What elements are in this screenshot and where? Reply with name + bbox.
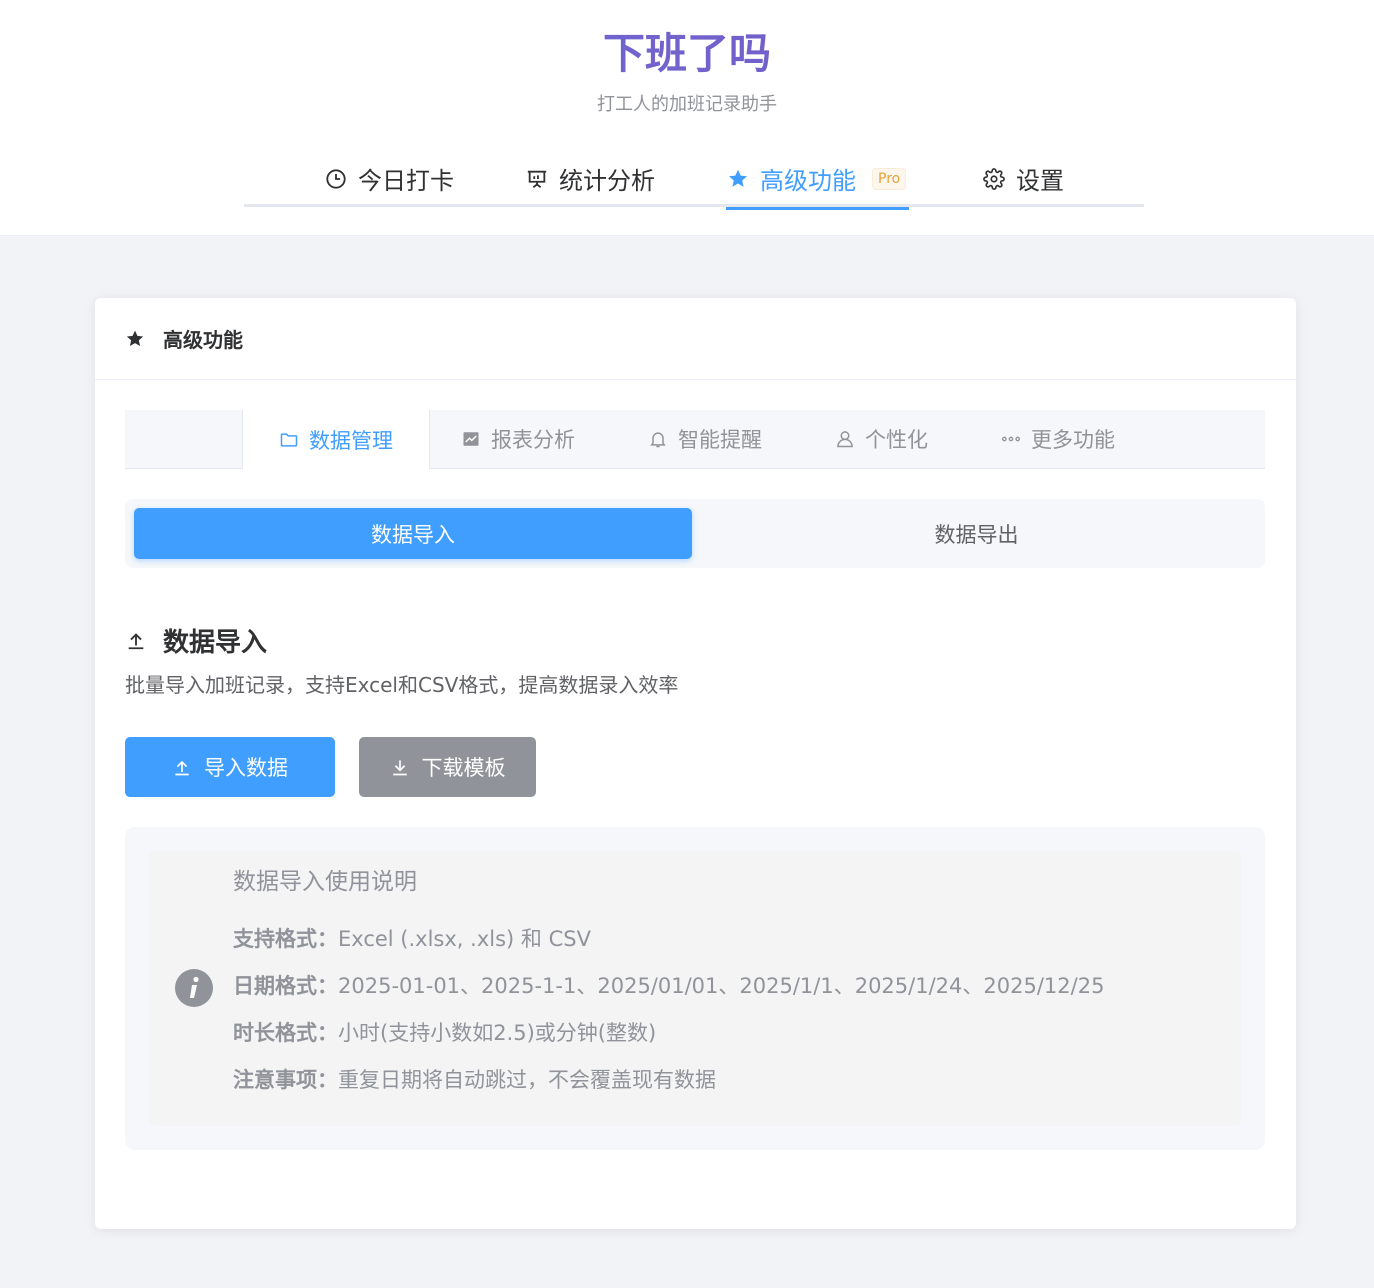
instruction-label: 支持格式： (233, 927, 338, 951)
download-icon (390, 757, 410, 777)
instruction-value: 小时(支持小数如2.5)或分钟(整数) (338, 1021, 657, 1045)
card-header: 高级功能 (95, 298, 1296, 380)
star-icon (125, 329, 145, 349)
app-title: 下班了吗 (0, 26, 1374, 82)
tab-label: 个性化 (865, 428, 928, 452)
data-import-segment[interactable]: 数据导入 (134, 508, 692, 559)
download-template-label: 下载模板 (421, 756, 506, 780)
nav-item-label: 设置 (1016, 167, 1064, 195)
instruction-notice: 注意事项：重复日期将自动跳过，不会覆盖现有数据 (233, 1064, 716, 1096)
import-export-switch: 数据导入 数据导出 (125, 499, 1265, 568)
feature-tabs: 数据管理 报表分析 智能提醒 个性化 更多功能 (125, 410, 1265, 469)
nav-item-checkin[interactable]: 今日打卡 (324, 150, 454, 207)
nav-item-advanced[interactable]: 高级功能 Pro (726, 150, 909, 210)
nav-item-label: 统计分析 (559, 167, 655, 195)
gear-icon (982, 167, 1006, 191)
instruction-date-format: 日期格式：2025-01-01、2025-1-1、2025/01/01、2025… (233, 970, 1104, 1002)
main-nav: 今日打卡 统计分析 高级功能 Pro 设置 (244, 150, 1144, 210)
import-data-label: 导入数据 (204, 756, 288, 780)
nav-item-label: 高级功能 (760, 167, 856, 195)
section-title: 数据导入 (125, 620, 267, 660)
user-icon (835, 429, 855, 449)
import-instructions-panel: 数据导入使用说明 支持格式：Excel (.xlsx, .xls) 和 CSV … (125, 827, 1265, 1150)
tab-personalization[interactable]: 个性化 (835, 410, 928, 468)
section-description: 批量导入加班记录，支持Excel和CSV格式，提高数据录入效率 (125, 673, 679, 697)
upload-icon (125, 629, 147, 651)
instruction-label: 注意事项： (233, 1068, 338, 1092)
card-title: 高级功能 (163, 328, 243, 352)
nav-item-statistics[interactable]: 统计分析 (525, 150, 655, 207)
instruction-duration-format: 时长格式：小时(支持小数如2.5)或分钟(整数) (233, 1017, 656, 1049)
instruction-value: Excel (.xlsx, .xls) 和 CSV (338, 927, 591, 951)
instruction-value: 重复日期将自动跳过，不会覆盖现有数据 (338, 1068, 716, 1092)
tab-more-features[interactable]: 更多功能 (1001, 410, 1115, 468)
folder-icon (279, 430, 299, 450)
tab-label: 报表分析 (491, 428, 575, 452)
tab-label: 更多功能 (1031, 428, 1115, 452)
tab-report-analysis[interactable]: 报表分析 (461, 410, 575, 468)
app-subtitle: 打工人的加班记录助手 (597, 94, 777, 115)
tab-label: 数据管理 (309, 428, 393, 453)
clock-icon (324, 167, 348, 191)
star-icon (726, 167, 750, 191)
nav-item-label: 今日打卡 (358, 167, 454, 195)
instruction-label: 日期格式： (233, 974, 338, 998)
data-export-segment[interactable]: 数据导出 (697, 508, 1256, 559)
instructions-title: 数据导入使用说明 (233, 869, 417, 895)
nav-item-settings[interactable]: 设置 (982, 150, 1064, 207)
info-icon (175, 969, 213, 1007)
instruction-value: 2025-01-01、2025-1-1、2025/01/01、2025/1/1、… (338, 974, 1105, 998)
advanced-features-card: 高级功能 数据管理 报表分析 智能提醒 个性化 更多功能 数据导入 数据导出 数… (95, 298, 1296, 1229)
line-chart-icon (461, 429, 481, 449)
more-dots-icon (1001, 429, 1021, 449)
section-title-text: 数据导入 (163, 627, 268, 658)
tab-smart-reminder[interactable]: 智能提醒 (648, 410, 762, 468)
upload-icon (172, 757, 192, 777)
bell-icon (648, 429, 668, 449)
import-data-button[interactable]: 导入数据 (125, 737, 335, 797)
download-template-button[interactable]: 下载模板 (359, 737, 536, 797)
tab-label: 智能提醒 (678, 428, 762, 452)
pro-badge: Pro (872, 167, 907, 190)
instruction-format: 支持格式：Excel (.xlsx, .xls) 和 CSV (233, 923, 591, 955)
tab-data-management[interactable]: 数据管理 (242, 410, 430, 469)
presentation-chart-icon (525, 167, 549, 191)
import-instructions-alert: 数据导入使用说明 支持格式：Excel (.xlsx, .xls) 和 CSV … (149, 851, 1241, 1126)
instruction-label: 时长格式： (233, 1021, 338, 1045)
app-header: 下班了吗 打工人的加班记录助手 今日打卡 统计分析 高级功能 Pro 设置 (0, 0, 1374, 236)
